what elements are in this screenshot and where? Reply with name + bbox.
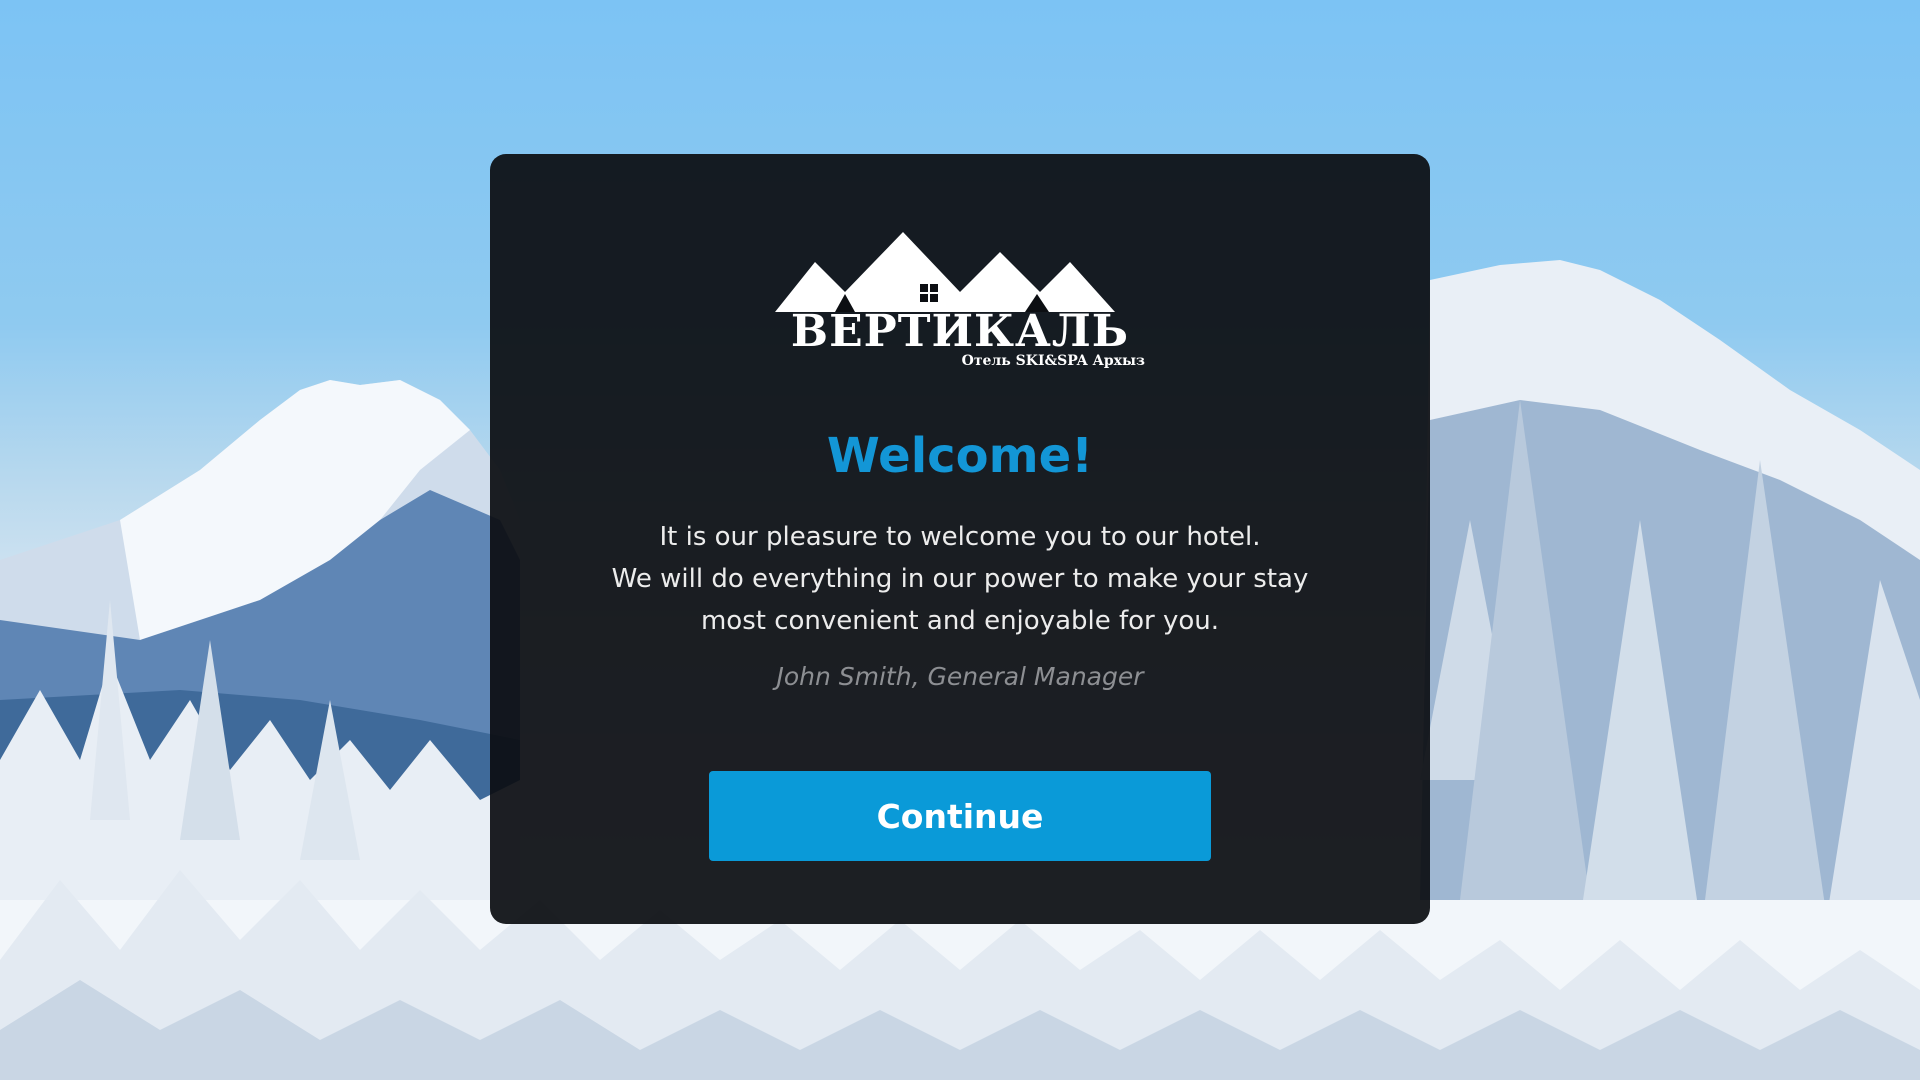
welcome-message: It is our pleasure to welcome you to our… — [550, 516, 1370, 642]
hotel-tagline: Отель SKI&SPA Архыз — [961, 353, 1145, 369]
welcome-message-line: most convenient and enjoyable for you. — [700, 606, 1220, 636]
hotel-logo: ВЕРТИКАЛЬ Отель SKI&SPA Архыз — [775, 232, 1145, 369]
welcome-message-line: It is our pleasure to welcome you to our… — [659, 522, 1261, 552]
welcome-screen: ВЕРТИКАЛЬ Отель SKI&SPA Архыз Welcome! I… — [0, 0, 1920, 1080]
mountains-logo-icon — [775, 232, 1115, 312]
welcome-title: Welcome! — [826, 428, 1094, 484]
manager-signature: John Smith, General Manager — [776, 662, 1144, 691]
continue-button[interactable]: Continue — [709, 771, 1211, 861]
welcome-dialog: ВЕРТИКАЛЬ Отель SKI&SPA Архыз Welcome! I… — [490, 154, 1430, 924]
welcome-message-line: We will do everything in our power to ma… — [611, 564, 1309, 594]
hotel-name: ВЕРТИКАЛЬ — [790, 306, 1130, 357]
